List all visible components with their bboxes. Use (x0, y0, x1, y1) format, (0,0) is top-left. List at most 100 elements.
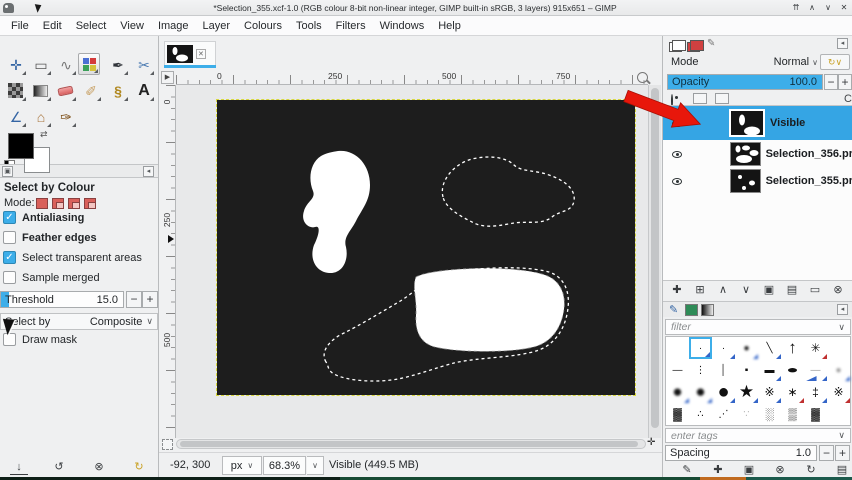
mode-intersect-icon[interactable] (84, 198, 96, 209)
layer-visibility-icon[interactable] (672, 119, 683, 127)
layer-mode-switch-button[interactable]: ↻∨ (820, 54, 850, 70)
rectangle-select-tool[interactable]: ▭ (30, 54, 52, 76)
menu-tools[interactable]: Tools (289, 18, 329, 34)
brush-swatch[interactable] (827, 337, 850, 359)
restore-tool-preset-button[interactable]: ↺ (50, 460, 68, 475)
opacity-slider[interactable]: Opacity 100.0 (667, 74, 823, 90)
tool-options-tab-icon[interactable]: ▣ (2, 166, 13, 177)
brush-swatch[interactable]: — (804, 359, 827, 381)
canvas-viewport[interactable] (176, 85, 648, 438)
ruler-zoom-icon[interactable] (637, 72, 648, 83)
brush-swatch[interactable]: · (712, 337, 735, 359)
layer-row-visible[interactable]: Visible (663, 106, 852, 140)
lock-alpha-button[interactable] (715, 93, 729, 104)
patterns-tab-icon[interactable] (685, 304, 698, 316)
dock-menu-icon[interactable]: ◂ (143, 166, 154, 177)
brush-swatch[interactable]: ● (712, 381, 735, 403)
maximize-button[interactable]: ∧ (804, 2, 820, 14)
brush-swatch[interactable]: ⋰ (712, 403, 735, 425)
gradient-tool[interactable] (30, 80, 52, 102)
raise-layer-button[interactable]: ∧ (713, 283, 733, 299)
menu-view[interactable]: View (113, 18, 151, 34)
brush-swatch[interactable]: ╲ (758, 337, 781, 359)
brush-swatch[interactable]: ▪ (735, 359, 758, 381)
threshold-slider[interactable]: Threshold 15.0 (0, 291, 124, 308)
layers-tab-icon[interactable] (669, 40, 686, 52)
ruler-corner-button[interactable]: ▶ (161, 71, 174, 84)
vertical-scrollbar[interactable] (648, 85, 661, 438)
brush-swatch[interactable]: ※ (758, 381, 781, 403)
swap-colours-icon[interactable]: ⇄ (40, 129, 48, 140)
spacing-decrease-button[interactable]: − (819, 445, 834, 461)
opacity-increase-button[interactable]: + (838, 74, 852, 90)
mode-add-icon[interactable] (52, 198, 64, 209)
brush-swatch[interactable] (666, 337, 689, 359)
brush-swatch[interactable]: ▓ (804, 403, 827, 425)
brush-swatch[interactable]: ● (666, 381, 689, 403)
brush-swatch[interactable]: ● (827, 359, 850, 381)
spacing-slider[interactable]: Spacing 1.0 (665, 445, 817, 461)
layer-mask-button[interactable]: ▭ (805, 283, 825, 299)
sample-merged-row[interactable]: Sample merged (3, 271, 100, 284)
brush-swatch-selected[interactable]: · (689, 337, 712, 359)
brush-swatch[interactable]: ⋮ (689, 359, 712, 381)
free-select-tool[interactable]: ∿ (55, 54, 77, 76)
menu-filters[interactable]: Filters (329, 18, 373, 34)
paths-tool[interactable]: ✒ (107, 54, 129, 76)
ink-tool[interactable]: § (107, 80, 129, 102)
pattern-fill-tool[interactable] (5, 80, 27, 102)
draw-mask-checkbox[interactable] (3, 333, 16, 346)
menu-file[interactable]: File (4, 18, 36, 34)
draw-mask-row[interactable]: Draw mask (3, 333, 77, 346)
brush-swatch[interactable]: ∴ (689, 403, 712, 425)
feather-edges-checkbox[interactable] (3, 231, 16, 244)
brush-filter-field[interactable]: filter ∨ (665, 319, 851, 335)
horizontal-scrollbar[interactable] (176, 439, 646, 449)
eraser-tool[interactable] (55, 80, 77, 102)
clone-tool[interactable]: ⌂ (30, 106, 52, 128)
mode-subtract-icon[interactable] (68, 198, 80, 209)
select-transparent-row[interactable]: ✓ Select transparent areas (3, 251, 142, 264)
dock-menu-icon[interactable]: ◂ (837, 38, 848, 49)
new-layer-button[interactable]: ✚ (667, 283, 687, 299)
threshold-increase-button[interactable]: + (142, 291, 158, 308)
lower-layer-button[interactable]: ∨ (736, 283, 756, 299)
paintbrush-tool[interactable]: ✑ (55, 106, 77, 128)
opacity-decrease-button[interactable]: − (824, 74, 838, 90)
gradients-tab-icon[interactable] (701, 304, 714, 316)
brush-swatch[interactable]: ● (689, 381, 712, 403)
lock-pixels-button[interactable] (693, 93, 707, 104)
reset-tool-preset-button[interactable]: ↻ (130, 460, 148, 475)
vertical-scrollbar-thumb[interactable] (651, 88, 659, 428)
foreground-colour-swatch[interactable] (8, 133, 34, 159)
close-button[interactable]: ✕ (836, 2, 852, 14)
brush-swatch[interactable]: ● (735, 337, 758, 359)
brush-swatch[interactable]: — (666, 359, 689, 381)
select-by-colour-tool[interactable] (78, 53, 100, 75)
menu-edit[interactable]: Edit (36, 18, 69, 34)
transform-tool[interactable]: ✂ (133, 54, 155, 76)
menu-windows[interactable]: Windows (373, 18, 432, 34)
antialiasing-row[interactable]: ✓ Antialiasing (3, 211, 84, 224)
delete-layer-button[interactable]: ⊗ (828, 283, 848, 299)
move-tool[interactable]: ✛ (5, 54, 27, 76)
layer-mode-dropdown[interactable]: Normal ∨ (774, 56, 818, 68)
brush-swatch[interactable]: ‡ (804, 381, 827, 403)
save-tool-preset-button[interactable]: ↓ (10, 460, 28, 475)
select-transparent-checkbox[interactable]: ✓ (3, 251, 16, 264)
unit-dropdown[interactable]: px ∨ (222, 456, 262, 475)
brush-swatch[interactable]: ↑ (781, 337, 804, 359)
brush-tags-field[interactable]: enter tags ∨ (665, 428, 851, 443)
brush-swatch[interactable]: ★ (735, 381, 758, 403)
horizontal-ruler[interactable]: 0 250 500 750 (176, 70, 648, 85)
brush-swatch[interactable]: ✳ (804, 337, 827, 359)
menu-image[interactable]: Image (151, 18, 196, 34)
measure-tool[interactable]: ∠ (5, 106, 27, 128)
image-canvas[interactable] (216, 99, 636, 396)
zoom-dropdown-button[interactable]: ∨ (307, 456, 324, 475)
brush-swatch[interactable] (827, 403, 850, 425)
smudge-tool[interactable]: ✐ (80, 80, 102, 102)
quick-mask-toggle[interactable] (162, 439, 173, 450)
menu-colours[interactable]: Colours (237, 18, 289, 34)
layer-visibility-icon[interactable] (672, 150, 683, 158)
